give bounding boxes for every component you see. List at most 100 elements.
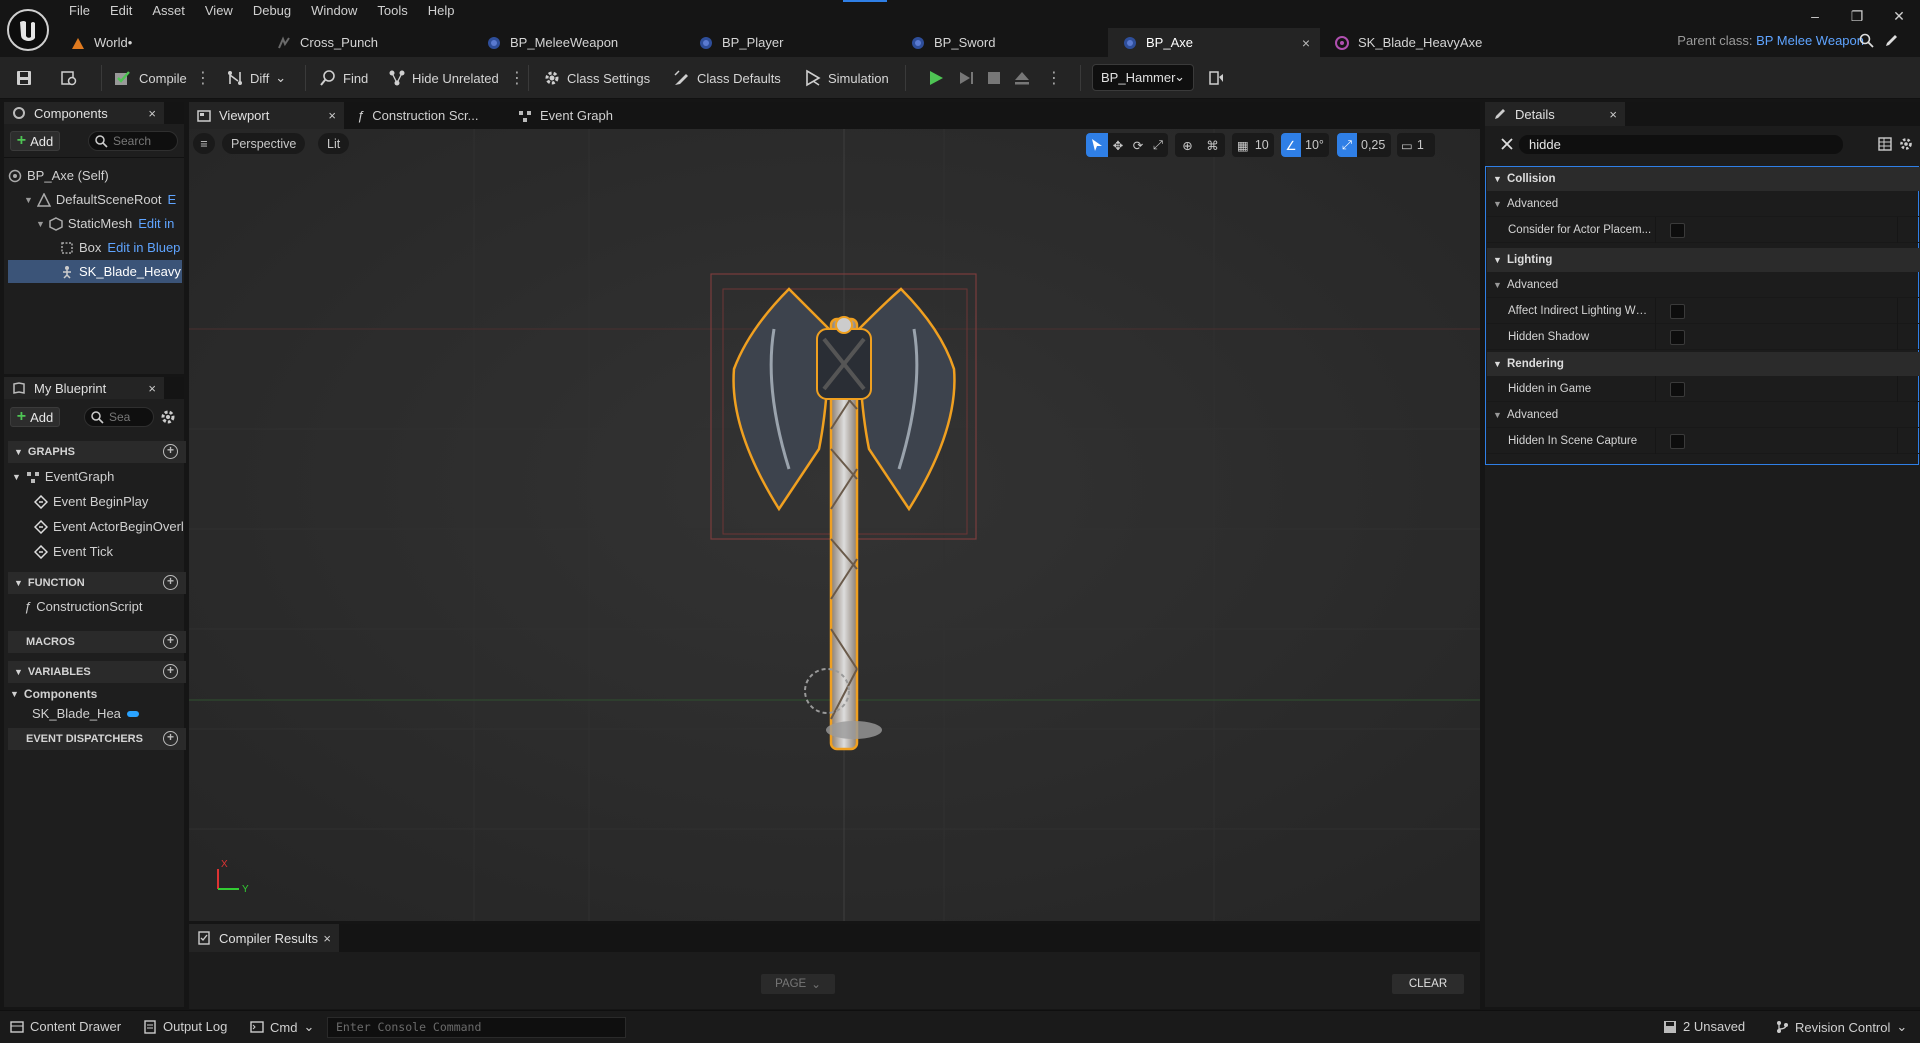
menu-edit[interactable]: Edit (101, 0, 143, 22)
edit-pencil-icon[interactable] (1884, 33, 1899, 48)
scale-tool-icon[interactable]: ⤢ (1148, 138, 1168, 153)
property-matrix-icon[interactable] (1878, 137, 1892, 151)
output-log-button[interactable]: Output Log (143, 1019, 227, 1034)
settings-gear-icon[interactable] (160, 409, 176, 425)
tab-components[interactable]: Components × (4, 102, 164, 124)
advanced-group[interactable]: ▼ Advanced (1487, 272, 1920, 298)
compile-options-icon[interactable]: ⋮ (195, 66, 211, 90)
edit-in-blueprint-link[interactable]: E (167, 192, 176, 207)
unreal-logo-icon[interactable] (6, 8, 50, 52)
menu-asset[interactable]: Asset (143, 0, 196, 22)
tab-sk-blade-heavyaxe[interactable]: SK_Blade_HeavyAxe (1320, 28, 1532, 57)
tree-item-staticmesh[interactable]: ▼ StaticMesh Edit in (36, 212, 184, 235)
add-macro-icon[interactable]: + (163, 634, 178, 649)
tab-cross-punch[interactable]: Cross_Punch (262, 28, 472, 57)
tab-viewport[interactable]: Viewport × (189, 102, 344, 129)
menu-debug[interactable]: Debug (244, 0, 302, 22)
console-command-input[interactable]: Enter Console Command (327, 1017, 626, 1038)
world-space-icon[interactable]: ⊕ (1175, 138, 1200, 153)
revision-control-button[interactable]: Revision Control ⌄ (1775, 1019, 1907, 1035)
tab-event-graph[interactable]: Event Graph (518, 108, 613, 123)
cmd-select[interactable]: Cmd ⌄ (250, 1019, 314, 1035)
section-event-dispatchers[interactable]: EVENT DISPATCHERS + (8, 728, 186, 750)
close-window-button[interactable]: ✕ (1878, 4, 1920, 28)
menu-help[interactable]: Help (419, 0, 466, 22)
perspective-button[interactable]: Perspective (222, 133, 306, 154)
diff-button[interactable]: Diff ⌄ (226, 66, 286, 90)
find-button[interactable]: Find (319, 66, 368, 90)
step-button[interactable] (957, 66, 981, 90)
category-rendering[interactable]: ▼ Rendering (1487, 352, 1920, 376)
camera-speed[interactable]: ▭ 1 (1397, 133, 1435, 157)
close-icon[interactable]: × (148, 381, 156, 396)
advanced-group[interactable]: ▼ Advanced (1487, 191, 1920, 217)
rotation-snap[interactable]: ∠ 10° (1281, 133, 1329, 157)
event-item[interactable]: Event ActorBeginOverl (34, 519, 184, 534)
content-drawer-button[interactable]: Content Drawer (10, 1019, 121, 1034)
unsaved-button[interactable]: 2 Unsaved (1663, 1019, 1745, 1034)
class-defaults-button[interactable]: Class Defaults (673, 66, 781, 90)
clear-search-icon[interactable] (1501, 138, 1513, 150)
event-item[interactable]: Event Tick (34, 544, 113, 559)
add-graph-icon[interactable]: + (163, 444, 178, 459)
construction-script-item[interactable]: ƒ ConstructionScript (24, 599, 142, 614)
scale-snap[interactable]: ⤢ 0,25 (1337, 133, 1391, 157)
play-options-icon[interactable]: ⋮ (1046, 66, 1062, 90)
event-item[interactable]: Event BeginPlay (34, 494, 148, 509)
surface-snap-icon[interactable]: ⌘ (1200, 138, 1225, 153)
browse-asset-icon[interactable] (60, 66, 84, 90)
variables-components-group[interactable]: ▼ Components (10, 687, 97, 701)
advanced-group[interactable]: ▼ Advanced (1487, 402, 1920, 428)
grid-snap[interactable]: ▦ 10 (1232, 133, 1274, 157)
stop-button[interactable] (985, 66, 1009, 90)
section-graphs[interactable]: ▼ GRAPHS + (8, 441, 186, 463)
restore-button[interactable]: ❐ (1836, 4, 1878, 28)
tab-world[interactable]: World• (56, 28, 262, 57)
section-functions[interactable]: ▼ FUNCTION + (8, 572, 186, 594)
close-icon[interactable]: × (328, 108, 336, 123)
lit-button[interactable]: Lit (318, 133, 350, 154)
tab-construction-script[interactable]: ƒ Construction Scr... (357, 108, 478, 123)
tree-item-box[interactable]: Box Edit in Bluep (60, 236, 184, 259)
my-blueprint-search-input[interactable]: Sea (84, 407, 154, 427)
tab-bp-meleeweapon[interactable]: BP_MeleeWeapon (472, 28, 684, 57)
page-select[interactable]: PAGE ⌄ (761, 974, 835, 994)
menu-view[interactable]: View (196, 0, 244, 22)
tab-details[interactable]: Details × (1485, 102, 1625, 126)
minimize-button[interactable]: – (1794, 4, 1836, 28)
edit-in-blueprint-link[interactable]: Edit in (138, 216, 174, 231)
tree-item-defaultsceneroot[interactable]: ▼ DefaultSceneRoot E (24, 188, 184, 211)
debug-object-select[interactable]: BP_Hammer ⌄ (1092, 64, 1194, 91)
viewport-menu-button[interactable]: ≡ (193, 133, 215, 154)
translate-tool-icon[interactable]: ✥ (1108, 138, 1128, 153)
category-collision[interactable]: ▼ Collision (1487, 167, 1920, 191)
menu-file[interactable]: File (60, 0, 101, 22)
add-event-dispatcher-icon[interactable]: + (163, 731, 178, 746)
affect-indirect-lighting-checkbox[interactable] (1670, 304, 1685, 319)
add-component-button[interactable]: + Add (10, 131, 60, 151)
settings-gear-icon[interactable] (1899, 137, 1913, 151)
search-icon[interactable] (1859, 33, 1874, 48)
details-search-input[interactable]: hidde (1519, 135, 1843, 154)
class-settings-button[interactable]: Class Settings (543, 66, 650, 90)
select-tool-icon[interactable] (1086, 133, 1108, 157)
edit-in-blueprint-link[interactable]: Edit in Bluep (107, 240, 180, 255)
tab-my-blueprint[interactable]: My Blueprint × (4, 377, 164, 399)
add-blueprint-member-button[interactable]: + Add (10, 407, 60, 427)
consider-actor-placement-checkbox[interactable] (1670, 223, 1685, 238)
hide-unrelated-button[interactable]: Hide Unrelated (388, 66, 499, 90)
debug-filter-icon[interactable] (1207, 66, 1231, 90)
hidden-shadow-checkbox[interactable] (1670, 330, 1685, 345)
menu-tools[interactable]: Tools (368, 0, 418, 22)
close-icon[interactable]: × (148, 106, 156, 121)
parent-class-link[interactable]: BP Melee Weapon (1756, 33, 1864, 48)
tree-item-sk-blade[interactable]: SK_Blade_Heavy (8, 260, 182, 283)
category-lighting[interactable]: ▼ Lighting (1487, 248, 1920, 272)
event-graph-item[interactable]: ▼ EventGraph (12, 469, 114, 484)
components-search-input[interactable]: Search (88, 131, 178, 151)
clear-button[interactable]: CLEAR (1392, 974, 1464, 994)
save-icon[interactable] (15, 66, 39, 90)
tree-item-self[interactable]: BP_Axe (Self) (8, 164, 180, 187)
viewport-canvas[interactable]: X Y ≡ Perspective Lit ✥ ⟳ ⤢ ⊕ ⌘ ▦ 10 ∠ 1… (189, 129, 1480, 921)
menu-window[interactable]: Window (302, 0, 368, 22)
